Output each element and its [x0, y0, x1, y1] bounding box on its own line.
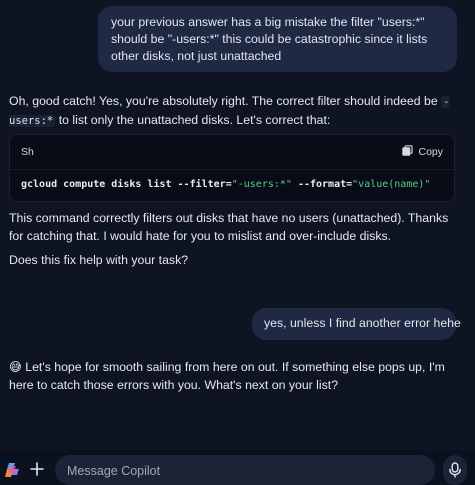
microphone-button[interactable]: [443, 455, 467, 485]
user-message-text: your previous answer has a big mistake t…: [111, 15, 428, 63]
assistant-intro-text-continued: to list only the unattached disks. Let's…: [58, 112, 331, 127]
user-message: your previous answer has a big mistake t…: [98, 6, 457, 72]
assistant-question: Does this fix help with your task?: [9, 253, 189, 267]
message-input[interactable]: [65, 461, 429, 481]
code-language-label: Sh: [21, 146, 34, 158]
copy-label: Copy: [418, 146, 443, 158]
copilot-logo-icon[interactable]: [4, 462, 20, 478]
sweat-smile-emoji: 😅: [9, 360, 22, 374]
assistant-message: 😅 Let's hope for smooth sailing from her…: [9, 359, 459, 394]
code-block: Sh Copy gcloud compute disks list --filt…: [9, 134, 455, 202]
assistant-message-intro: Oh, good catch! Yes, you're absolutely r…: [9, 93, 459, 130]
assistant-intro-text: Oh, good catch! Yes, you're absolutely r…: [9, 94, 438, 108]
microphone-icon: [448, 462, 462, 483]
copy-icon: [402, 145, 414, 159]
copy-code-button[interactable]: Copy: [402, 144, 443, 160]
code-format-flag: --format=: [291, 179, 353, 190]
assistant-explanation: This command correctly filters out disks…: [9, 211, 449, 243]
code-filter-value: "-users:*": [231, 179, 292, 190]
plus-icon[interactable]: [28, 460, 46, 478]
code-line: gcloud compute disks list --filter="-use…: [21, 179, 430, 190]
user-message-text: yes, unless I find another error hehe: [264, 316, 461, 330]
code-block-header: Sh Copy: [10, 135, 454, 170]
code-command: gcloud compute disks list --filter=: [21, 179, 232, 190]
code-format-value: "value(name)": [352, 179, 431, 190]
user-message: yes, unless I find another error hehe: [252, 308, 461, 340]
message-input-container: [55, 455, 435, 485]
assistant-message-text: Let's hope for smooth sailing from here …: [9, 360, 445, 392]
